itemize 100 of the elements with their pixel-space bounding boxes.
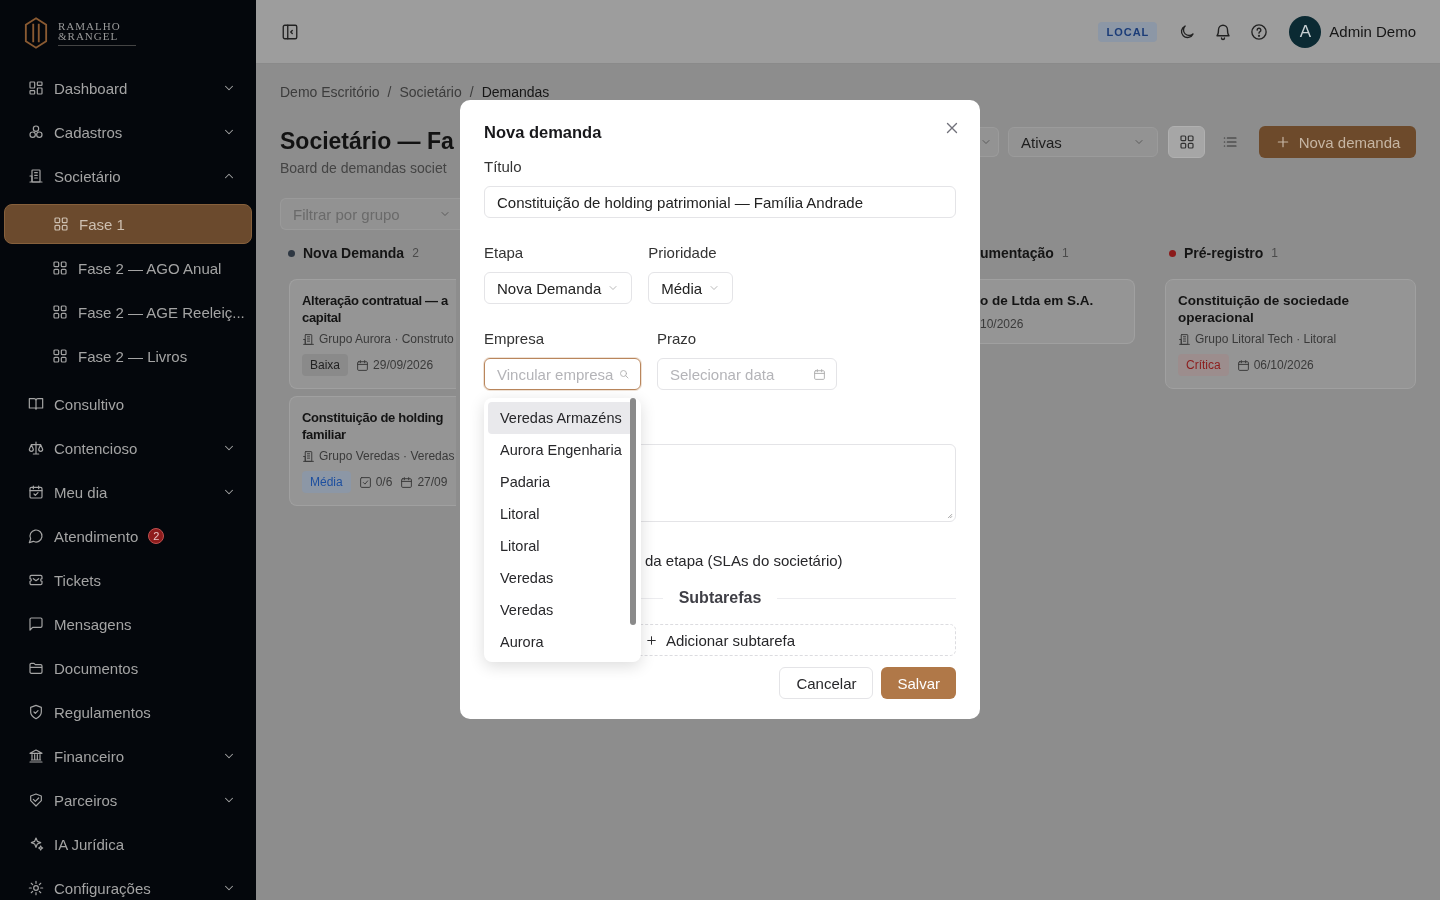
book-icon <box>28 396 44 412</box>
circles-icon <box>28 124 44 140</box>
demand-card[interactable]: Alteração contratual — a capital Grupo Aurora · Construto Baixa 29/09/2026 <box>289 279 456 389</box>
emblem-icon <box>28 792 44 808</box>
dropdown-option[interactable]: Aurora <box>488 626 633 658</box>
field-label: Prazo <box>657 329 698 349</box>
bank-icon <box>28 748 44 764</box>
dropdown-option[interactable]: Veredas Armazéns <box>488 402 633 434</box>
scrollbar-thumb[interactable] <box>630 398 636 625</box>
grid-icon <box>53 216 69 232</box>
grid-icon <box>1178 134 1195 150</box>
breadcrumb-separator: / <box>469 84 474 100</box>
calendar-icon <box>356 358 370 372</box>
dropdown-option[interactable]: Litoral <box>488 530 633 562</box>
subtask-count: 0/6 <box>375 475 393 489</box>
field-label: Etapa <box>484 243 525 263</box>
settings-icon <box>28 880 44 896</box>
priority-tag: Crítica <box>1178 354 1229 376</box>
calendar-icon <box>813 367 826 381</box>
breadcrumb-separator: / <box>387 84 392 100</box>
column-title: Nova Demanda <box>303 245 405 261</box>
scale-icon <box>28 440 44 456</box>
card-title: o de Ltda em S.A. <box>980 292 1095 309</box>
folder-icon <box>28 660 44 676</box>
user-name[interactable]: Admin Demo <box>1329 23 1416 40</box>
company-name: Grupo Veredas · Veredas <box>319 449 455 463</box>
nav-item[interactable]: Tickets <box>0 558 256 602</box>
page-subtitle: Board de demandas societ <box>280 159 448 178</box>
nav-item[interactable]: Mensagens <box>0 602 256 646</box>
avatar[interactable]: A <box>1289 15 1322 48</box>
nav-subitem[interactable]: Fase 2 — AGE Reeleiç... <box>4 292 252 332</box>
title-field[interactable]: Constituição de holding patrimonial — Família Andrade <box>484 186 956 218</box>
company-name: Grupo Litoral Tech · Litoral <box>1195 332 1337 346</box>
company-name: Grupo Aurora · Construto <box>319 332 454 346</box>
list-icon <box>1221 134 1238 150</box>
help-icon <box>1250 22 1269 41</box>
due-date: 29/09/2026 <box>373 358 434 372</box>
ticket-icon <box>28 572 44 588</box>
new-demand-button[interactable]: Nova demanda <box>1259 126 1416 158</box>
field-label: Título <box>484 157 523 177</box>
calendar-icon <box>1236 358 1250 372</box>
cancel-button[interactable]: Cancelar <box>779 667 874 699</box>
due-date: 06/10/2026 <box>1253 358 1314 372</box>
nav-item[interactable]: Cadastros <box>0 110 256 154</box>
field-label: Empresa <box>484 329 546 349</box>
card-title: Constituição de sociedade operacional <box>1178 292 1351 326</box>
nav-item[interactable]: Contencioso <box>0 426 256 470</box>
dropdown-option[interactable]: Padaria <box>488 466 633 498</box>
nav-item[interactable]: IA Jurídica <box>0 822 256 866</box>
nav-item[interactable]: Societário <box>0 154 256 198</box>
demand-card[interactable]: Constituição de sociedade operacional Grupo Litoral Tech · Litoral Crítica 06/10/2026 <box>1165 279 1416 389</box>
dropdown-option[interactable]: Veredas <box>488 594 633 626</box>
nav-subitem[interactable]: Fase 2 — AGO Anual <box>4 248 252 288</box>
nav-item[interactable]: Documentos <box>0 646 256 690</box>
demand-card[interactable]: o de Ltda em S.A. 10/2026 <box>980 279 1135 344</box>
nav-subitem[interactable]: Fase 1 <box>4 204 252 244</box>
moon-icon <box>1178 22 1197 41</box>
checklist-icon <box>358 475 372 489</box>
priority-tag: Média <box>302 471 351 493</box>
priority-select[interactable]: Média <box>648 272 734 304</box>
nav-item[interactable]: Atendimento 2 <box>0 514 256 558</box>
dropdown-option[interactable]: Aurora Engenharia <box>488 434 633 466</box>
nav-item[interactable]: Configurações <box>0 866 256 900</box>
view-toggle[interactable] <box>1168 126 1205 158</box>
due-date: 10/2026 <box>980 317 1024 331</box>
demand-card[interactable]: Constituição de holding familiar Grupo Veredas · Veredas Média 0/6 27/09 <box>289 396 456 506</box>
sidebar-toggle-icon <box>281 22 299 41</box>
nav-subitem[interactable]: Fase 2 — Livros <box>4 336 252 376</box>
due-date: 27/09 <box>417 475 448 489</box>
dialog-title: Nova demanda <box>484 122 602 143</box>
stage-select[interactable]: Nova Demanda <box>484 272 633 304</box>
grid-icon <box>52 304 68 320</box>
logo-text: RAMALHO <box>58 20 122 31</box>
status-select[interactable]: Ativas <box>1008 127 1158 157</box>
save-button[interactable]: Salvar <box>881 667 956 699</box>
column-count: 2 <box>412 246 419 260</box>
notification-badge: 2 <box>148 528 165 544</box>
nav-item[interactable]: Dashboard <box>0 66 256 110</box>
building-icon <box>28 168 44 184</box>
logo-text: &RANGEL <box>58 30 119 41</box>
shield-icon <box>28 704 44 720</box>
plus-icon <box>644 633 658 647</box>
dropdown-option[interactable]: Veredas <box>488 562 633 594</box>
nav-item[interactable]: Regulamentos <box>0 690 256 734</box>
grid-icon <box>52 348 68 364</box>
priority-tag: Baixa <box>302 354 349 376</box>
nav-item[interactable]: Consultivo <box>0 382 256 426</box>
nav-item[interactable]: Parceiros <box>0 778 256 822</box>
dropdown-option[interactable]: Litoral <box>488 498 633 530</box>
message-icon <box>28 616 44 632</box>
help-button[interactable] <box>1249 21 1270 42</box>
column-title: umentação <box>980 245 1054 261</box>
nav-item[interactable]: Meu dia <box>0 470 256 514</box>
calendar-icon <box>28 484 44 500</box>
checkbox-label[interactable]: da etapa (SLAs do societário) <box>645 551 843 571</box>
column-title: Pré-registro <box>1184 245 1264 261</box>
nav-item[interactable]: Financeiro <box>0 734 256 778</box>
logo-icon <box>24 17 48 49</box>
bell-icon <box>1214 22 1233 41</box>
search-icon <box>618 368 630 380</box>
